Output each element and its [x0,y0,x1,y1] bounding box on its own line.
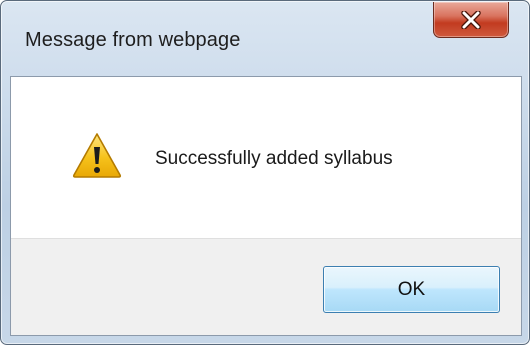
message-dialog: Message from webpage Successfully added … [0,0,530,345]
warning-icon [72,133,122,178]
message-text: Successfully added syllabus [155,148,393,169]
close-button[interactable] [433,2,509,38]
message-area: Successfully added syllabus [11,77,521,238]
close-icon [461,10,481,29]
ok-button[interactable]: OK [323,266,500,313]
dialog-title: Message from webpage [25,29,241,51]
button-bar: OK [11,238,521,335]
dialog-body: Successfully added syllabus OK [10,76,522,336]
